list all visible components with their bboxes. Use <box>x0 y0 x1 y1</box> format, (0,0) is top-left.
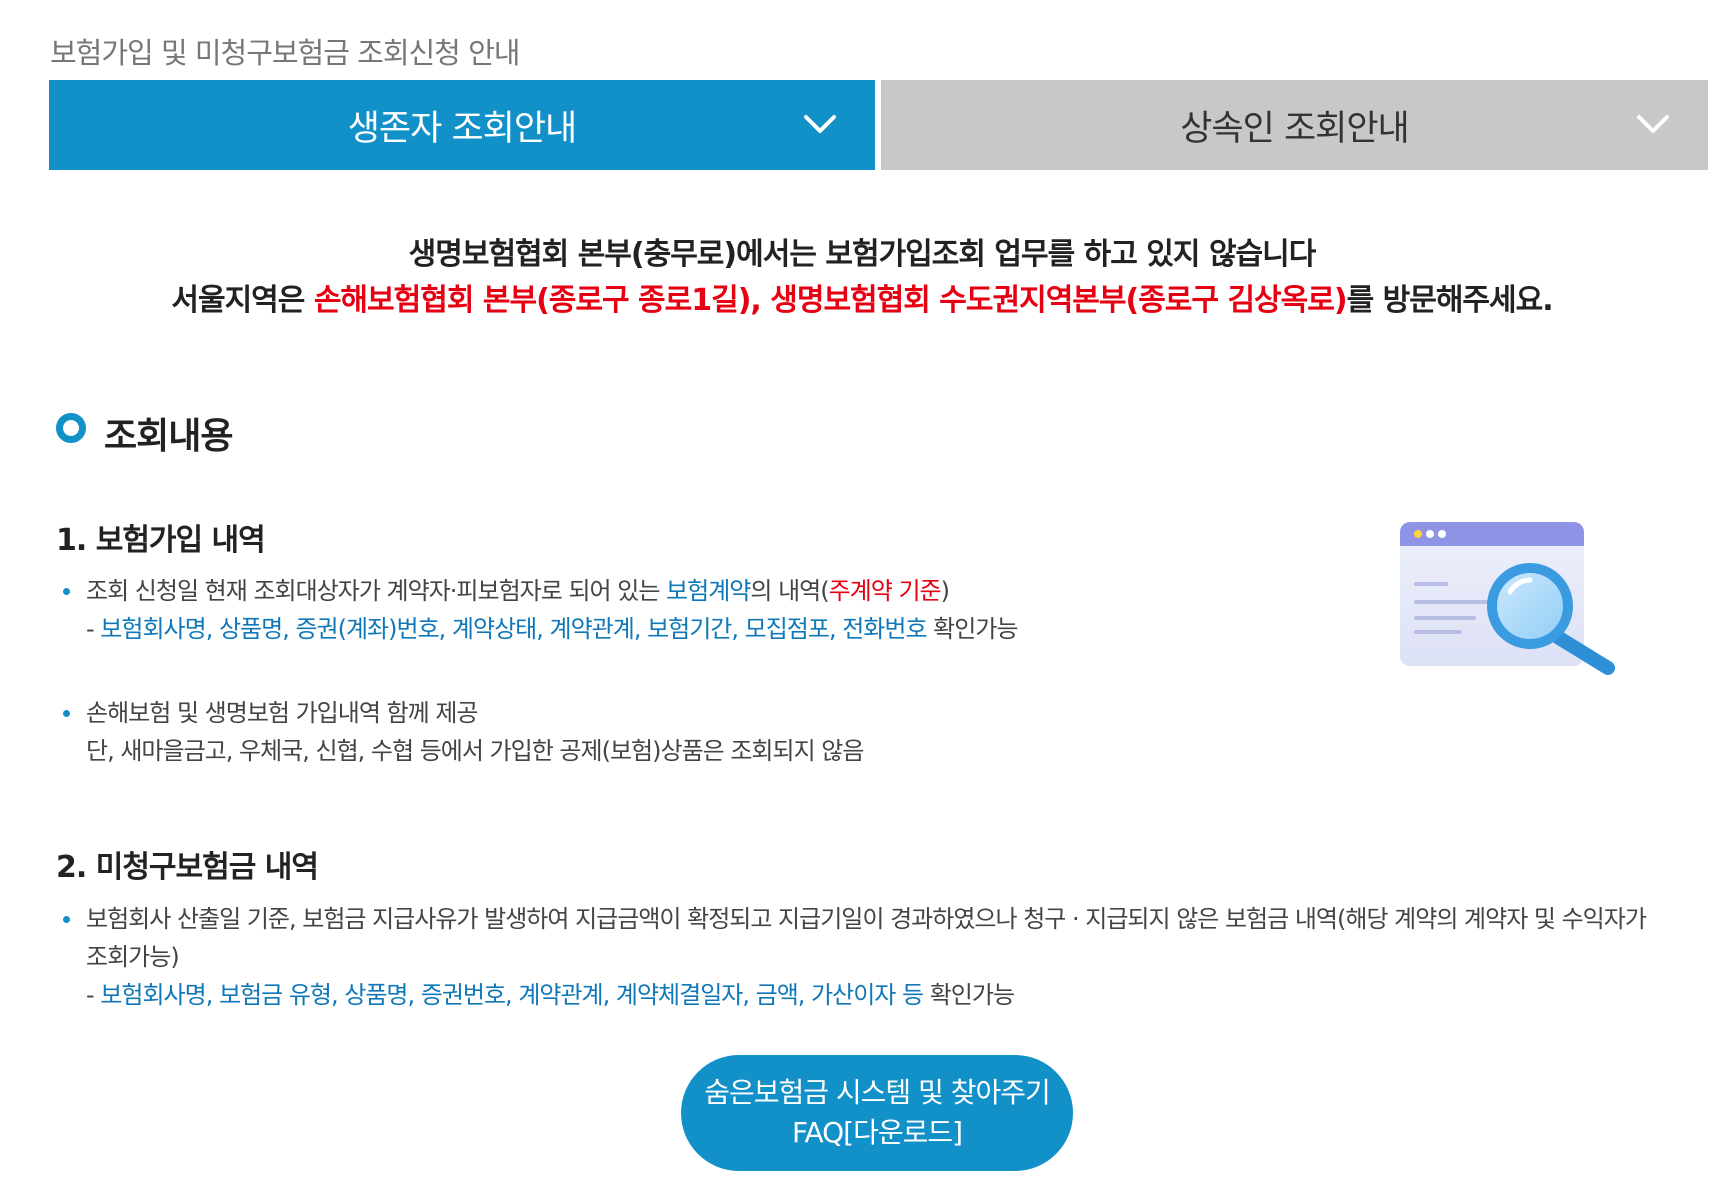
highlight-fields: 보험회사명, 보험금 유형, 상품명, 증권번호, 계약관계, 계약체결일자, … <box>100 981 924 1009</box>
tab-label: 생존자 조회안내 <box>347 108 578 149</box>
list-item-subline: - 보험회사명, 보험금 유형, 상품명, 증권번호, 계약관계, 계약체결일자… <box>86 976 1686 1014</box>
text: 확인가능 <box>926 615 1018 643</box>
bullet-dot-icon <box>63 588 70 595</box>
tab-survivor-inquiry[interactable]: 생존자 조회안내 <box>49 80 875 170</box>
notice-text: 서울지역은 <box>171 283 314 318</box>
notice-line-2: 서울지역은 손해보험협회 본부(종로구 종로1길), 생명보험협회 수도권지역본… <box>0 278 1724 324</box>
list-item: 조회 신청일 현재 조회대상자가 계약자·피보험자로 되어 있는 보험계약의 내… <box>63 572 1018 648</box>
text: ) <box>940 577 950 605</box>
text: 조회 신청일 현재 조회대상자가 계약자·피보험자로 되어 있는 <box>86 577 667 605</box>
faq-button-line-1: 숨은보험금 시스템 및 찾아주기 <box>704 1076 1051 1109</box>
list-item-subline: - 보험회사명, 상품명, 증권(계좌)번호, 계약상태, 계약관계, 보험기간… <box>86 610 1018 648</box>
highlight-term: 보험계약 <box>666 577 751 605</box>
bullet-dot-icon <box>63 916 70 923</box>
notice: 생명보험협회 본부(충무로)에서는 보험가입조회 업무를 하고 있지 않습니다 … <box>0 232 1724 324</box>
list-item-line: 손해보험 및 생명보험 가입내역 함께 제공 <box>86 699 479 727</box>
search-window-illustration <box>1400 522 1615 675</box>
list-item-line: 조회 신청일 현재 조회대상자가 계약자·피보험자로 되어 있는 보험계약의 내… <box>86 572 1018 610</box>
text: 확인가능 <box>923 981 1015 1009</box>
subsection-heading-unclaimed-benefits: 2. 미청구보험금 내역 <box>56 850 319 885</box>
faq-button-line-2: FAQ[다운로드] <box>791 1116 963 1149</box>
list-item: 손해보험 및 생명보험 가입내역 함께 제공 단, 새마을금고, 우체국, 신협… <box>63 694 864 770</box>
notice-highlight: 손해보험협회 본부(종로구 종로1길), 생명보험협회 수도권지역본부(종로구 … <box>313 283 1348 318</box>
list-item-line: 보험회사 산출일 기준, 보험금 지급사유가 발생하여 지급금액이 확정되고 지… <box>86 905 1647 933</box>
list-item: 보험회사 산출일 기준, 보험금 지급사유가 발생하여 지급금액이 확정되고 지… <box>63 900 1686 1014</box>
chevron-down-icon <box>1637 115 1669 133</box>
tab-label: 상속인 조회안내 <box>1180 108 1410 149</box>
ring-bullet-icon <box>56 413 86 443</box>
text: - <box>86 981 101 1009</box>
list-item-line: 조회가능) <box>86 943 180 971</box>
subsection-heading-insurance-enrollment: 1. 보험가입 내역 <box>56 523 266 558</box>
highlight-fields: 보험회사명, 상품명, 증권(계좌)번호, 계약상태, 계약관계, 보험기간, … <box>100 615 927 643</box>
text: - <box>86 615 101 643</box>
highlight-term: 주계약 기준 <box>828 577 942 605</box>
chevron-down-icon <box>804 115 836 133</box>
breadcrumb: 보험가입 및 미청구보험금 조회신청 안내 <box>50 36 520 70</box>
notice-text: 를 방문해주세요. <box>1346 283 1554 318</box>
text: 의 내역( <box>750 577 829 605</box>
list-item-line: 단, 새마을금고, 우체국, 신협, 수협 등에서 가입한 공제(보험)상품은 … <box>86 737 864 765</box>
bullet-dot-icon <box>63 710 70 717</box>
notice-line-1: 생명보험협회 본부(충무로)에서는 보험가입조회 업무를 하고 있지 않습니다 <box>408 237 1317 272</box>
tab-heir-inquiry[interactable]: 상속인 조회안내 <box>881 80 1708 170</box>
section-heading: 조회내용 <box>104 416 233 457</box>
faq-download-button[interactable]: 숨은보험금 시스템 및 찾아주기 FAQ[다운로드] <box>681 1055 1073 1171</box>
section-title: 조회내용 <box>56 407 233 459</box>
